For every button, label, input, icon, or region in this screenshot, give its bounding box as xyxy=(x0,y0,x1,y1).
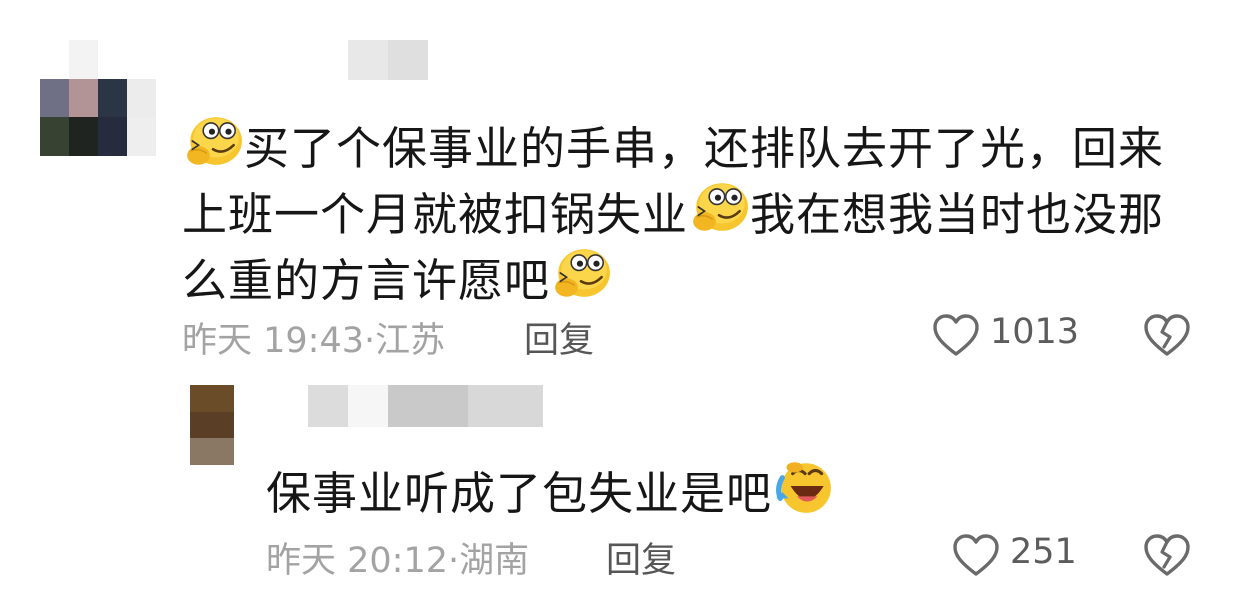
separator: · xyxy=(448,541,460,581)
comment-meta: 昨天 19:43·江苏 xyxy=(182,312,445,363)
comment-meta: 昨天 20:12·湖南 xyxy=(266,532,529,583)
broken-heart-icon[interactable] xyxy=(1143,313,1191,357)
location: 湖南 xyxy=(459,541,530,581)
thinking-emoji-icon xyxy=(688,176,750,238)
comment-text: 保事业听成了包失业是吧 xyxy=(266,467,773,520)
comment-text-line: 么重的方言许愿吧 xyxy=(182,242,612,314)
heart-outline-icon[interactable] xyxy=(932,313,980,357)
avatar[interactable] xyxy=(40,40,156,156)
location: 江苏 xyxy=(375,321,446,361)
heart-outline-icon[interactable] xyxy=(952,533,1000,577)
username[interactable] xyxy=(308,385,543,427)
separator: · xyxy=(364,321,376,361)
username[interactable] xyxy=(348,40,428,80)
laughing-tears-emoji-icon xyxy=(772,455,834,517)
broken-heart-icon[interactable] xyxy=(1143,533,1191,577)
thinking-emoji-icon xyxy=(550,242,612,304)
like-count: 251 xyxy=(1010,532,1077,572)
comment-text-line: 保事业听成了包失业是吧 xyxy=(266,455,834,527)
comment-text: 么重的方言许愿吧 xyxy=(182,254,551,307)
reply-button[interactable]: 回复 xyxy=(524,312,594,363)
comment-text: 我在想我当时也没那 xyxy=(750,188,1165,241)
avatar[interactable] xyxy=(190,385,234,465)
comment-text-line: 上班一个月就被扣锅失业 我在想我当时也没那 xyxy=(182,176,1164,248)
like-count: 1013 xyxy=(990,312,1080,352)
timestamp: 昨天 19:43 xyxy=(182,321,364,361)
timestamp: 昨天 20:12 xyxy=(266,541,448,581)
thinking-emoji-icon xyxy=(182,110,244,172)
reply-button[interactable]: 回复 xyxy=(606,532,676,583)
comment-text: 买了个保事业的手串，还排队去开了光，回来 xyxy=(244,122,1165,175)
comment-text: 上班一个月就被扣锅失业 xyxy=(182,188,689,241)
comment-text-line: 买了个保事业的手串，还排队去开了光，回来 xyxy=(182,110,1164,182)
